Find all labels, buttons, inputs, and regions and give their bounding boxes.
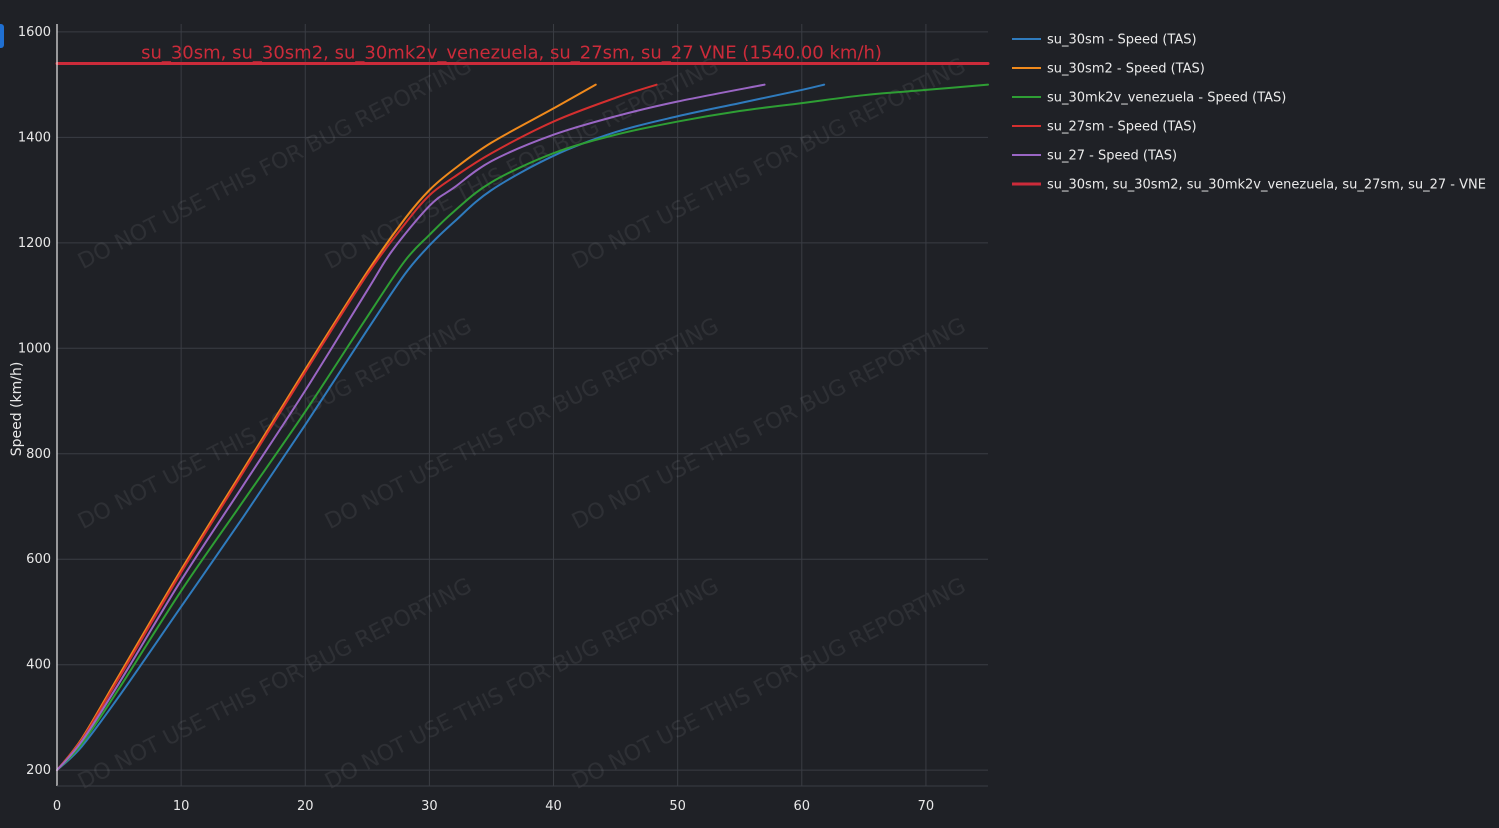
annotations: su_30sm, su_30sm2, su_30mk2v_venezuela, … xyxy=(141,43,882,64)
side-tab[interactable] xyxy=(0,24,4,48)
watermark-text: DO NOT USE THIS FOR BUG REPORTING xyxy=(74,54,476,275)
x-tick-label: 40 xyxy=(545,799,562,814)
watermark-layer: DO NOT USE THIS FOR BUG REPORTINGDO NOT … xyxy=(74,54,970,795)
y-tick-label: 400 xyxy=(26,658,51,673)
legend-label: su_30sm, su_30sm2, su_30mk2v_venezuela, … xyxy=(1047,178,1486,193)
speed-chart: DO NOT USE THIS FOR BUG REPORTINGDO NOT … xyxy=(9,24,1486,814)
x-tick-label: 50 xyxy=(669,799,686,814)
watermark-text: DO NOT USE THIS FOR BUG REPORTING xyxy=(568,574,970,795)
x-tick-label: 10 xyxy=(173,799,190,814)
chart-area: DO NOT USE THIS FOR BUG REPORTING DO NOT … xyxy=(0,0,1499,824)
series-line-4 xyxy=(56,83,766,772)
legend-item[interactable]: su_30sm, su_30sm2, su_30mk2v_venezuela, … xyxy=(1012,178,1486,193)
y-tick-label: 1400 xyxy=(18,130,51,145)
x-tick-label: 20 xyxy=(297,799,314,814)
watermark-text: DO NOT USE THIS FOR BUG REPORTING xyxy=(321,54,723,275)
legend-item[interactable]: su_27 - Speed (TAS) xyxy=(1012,149,1177,164)
x-tick-label: 30 xyxy=(421,799,438,814)
vne-annotation: su_30sm, su_30sm2, su_30mk2v_venezuela, … xyxy=(141,43,882,64)
legend-item[interactable]: su_30sm2 - Speed (TAS) xyxy=(1012,62,1205,77)
legend-label: su_30sm2 - Speed (TAS) xyxy=(1047,62,1205,77)
y-tick-label: 600 xyxy=(26,552,51,567)
x-tick-label: 60 xyxy=(794,799,811,814)
watermark-text: DO NOT USE THIS FOR BUG REPORTING xyxy=(74,314,476,535)
legend-item[interactable]: su_30mk2v_venezuela - Speed (TAS) xyxy=(1012,91,1286,106)
watermark-text: DO NOT USE THIS FOR BUG REPORTING xyxy=(74,574,476,795)
y-tick-label: 800 xyxy=(26,447,51,462)
legend-item[interactable]: su_30sm - Speed (TAS) xyxy=(1012,33,1197,48)
x-tick-label: 0 xyxy=(53,799,61,814)
watermark-text: DO NOT USE THIS FOR BUG REPORTING xyxy=(568,314,970,535)
legend-item[interactable]: su_27sm - Speed (TAS) xyxy=(1012,120,1197,135)
watermark-text: DO NOT USE THIS FOR BUG REPORTING xyxy=(321,314,723,535)
legend-label: su_30mk2v_venezuela - Speed (TAS) xyxy=(1047,91,1286,106)
y-tick-label: 200 xyxy=(26,763,51,778)
y-tick-label: 1600 xyxy=(18,25,51,40)
legend: su_30sm - Speed (TAS) su_30sm2 - Speed (T… xyxy=(1012,33,1486,193)
legend-label: su_27 - Speed (TAS) xyxy=(1047,149,1177,164)
y-tick-label: 1000 xyxy=(18,341,51,356)
legend-label: su_27sm - Speed (TAS) xyxy=(1047,120,1197,135)
watermark-text: DO NOT USE THIS FOR BUG REPORTING xyxy=(321,574,723,795)
legend-label: su_30sm - Speed (TAS) xyxy=(1047,33,1197,48)
y-tick-label: 1200 xyxy=(18,236,51,251)
watermark-text: DO NOT USE THIS FOR BUG REPORTING xyxy=(568,54,970,275)
y-axis-title: Speed (km/h) xyxy=(9,362,25,457)
x-tick-label: 70 xyxy=(918,799,935,814)
